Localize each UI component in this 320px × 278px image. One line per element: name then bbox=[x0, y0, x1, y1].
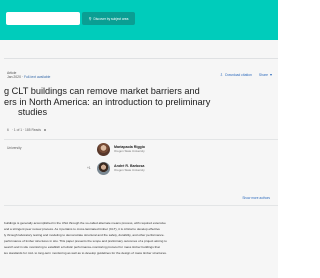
page: ⚲ Discover by subject area Article Jan 2… bbox=[0, 0, 278, 278]
publication-date: Jan 2020 bbox=[7, 75, 21, 80]
discover-button[interactable]: ⚲ Discover by subject area bbox=[82, 12, 135, 25]
download-icon: ⇩ bbox=[219, 72, 224, 77]
info-icon[interactable] bbox=[43, 128, 47, 132]
top-bar: ⚲ Discover by subject area bbox=[0, 0, 278, 40]
abstract-line: les standards for mid- to long-term moni… bbox=[4, 251, 167, 256]
search-icon: ⚲ bbox=[88, 15, 92, 21]
search-input[interactable] bbox=[6, 12, 80, 25]
reads-prefix: 6 bbox=[7, 128, 9, 132]
actions-bar: ⇩ Download citation Share ▾ bbox=[219, 72, 272, 78]
title-line: studies bbox=[18, 107, 48, 118]
author-card[interactable]: André R. Barbosa Oregon State University bbox=[97, 162, 145, 175]
publication-card: Article Jan 2020 · Full-text available ⇩… bbox=[4, 58, 278, 278]
divider bbox=[4, 205, 278, 206]
download-label: Download citation bbox=[225, 73, 252, 77]
share-label: Share bbox=[258, 73, 268, 77]
page-title: g CLT buildings can remove market barrie… bbox=[4, 86, 236, 118]
publication-meta: 6 · 1 of 1 · 185 Reads bbox=[7, 128, 47, 132]
divider bbox=[4, 139, 278, 140]
avatar bbox=[97, 162, 110, 175]
author-affiliation: University bbox=[7, 146, 22, 150]
author-card[interactable]: Mariapaola Riggio Oregon State Universit… bbox=[97, 143, 145, 156]
title-line: g CLT buildings can remove market barrie… bbox=[4, 86, 200, 96]
share-button[interactable]: Share ▾ bbox=[258, 72, 272, 78]
reads-count: · 1 of 1 · 185 Reads bbox=[11, 128, 41, 132]
author-institution: Oregon State University bbox=[114, 167, 145, 172]
title-line: ers in North America: an introduction to… bbox=[4, 96, 211, 107]
download-citation-button[interactable]: ⇩ Download citation bbox=[219, 72, 252, 78]
discover-button-label: Discover by subject area bbox=[93, 16, 129, 21]
more-authors-count[interactable]: +1 bbox=[87, 166, 91, 170]
full-text-badge[interactable]: Full-text available bbox=[24, 75, 50, 79]
breadcrumb: Article Jan 2020 · Full-text available bbox=[7, 71, 51, 80]
author-institution: Oregon State University bbox=[114, 148, 145, 153]
show-more-authors-link[interactable]: Show more authors bbox=[242, 196, 270, 200]
avatar bbox=[97, 143, 110, 156]
abstract: buildings is generally accomplished in t… bbox=[4, 220, 274, 256]
chevron-down-icon: ▾ bbox=[269, 72, 272, 77]
